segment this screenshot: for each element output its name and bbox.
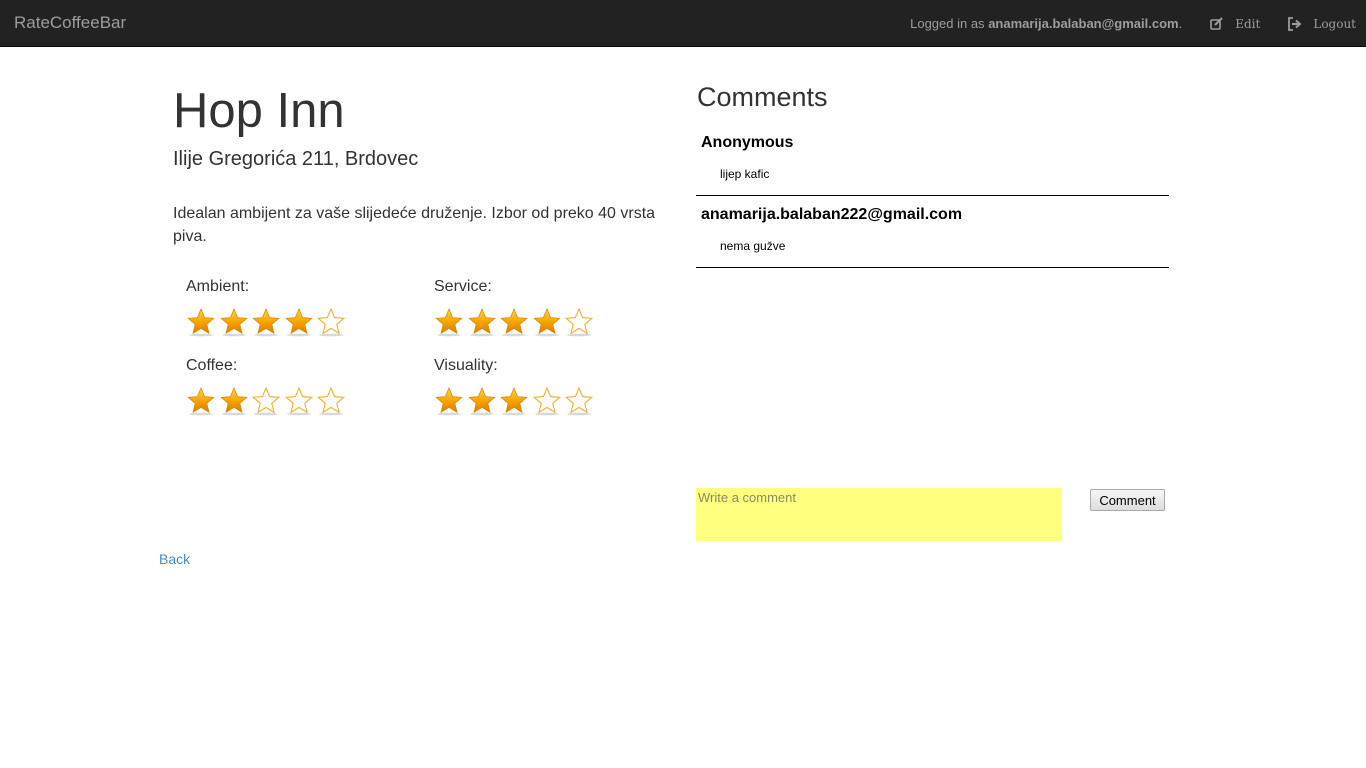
star-filled-icon[interactable]	[499, 307, 531, 337]
edit-label: Edit	[1235, 16, 1261, 31]
comment-author: anamarija.balaban222@gmail.com	[701, 206, 963, 223]
back-link[interactable]: Back	[159, 551, 190, 567]
place-description: Idealan ambijent za vaše slijedeće druže…	[173, 205, 656, 245]
star-filled-icon[interactable]	[219, 307, 251, 337]
star-empty-icon[interactable]	[532, 386, 564, 416]
navbar: RateCoffeeBar Logged in as anamarija.bal…	[0, 0, 1366, 47]
rating-visuality: Visuality:	[434, 357, 597, 416]
star-filled-icon[interactable]	[467, 307, 499, 337]
comment-text: lijep kafic	[720, 167, 770, 181]
star-filled-icon[interactable]	[186, 386, 218, 416]
logout-label: Logout	[1313, 16, 1356, 31]
star-empty-icon[interactable]	[316, 386, 348, 416]
comments-title: Comments	[697, 82, 828, 112]
star-rating[interactable]	[186, 386, 349, 416]
star-rating[interactable]	[186, 307, 349, 337]
star-rating[interactable]	[434, 307, 597, 337]
star-filled-icon[interactable]	[186, 307, 218, 337]
comment-input[interactable]	[696, 488, 1062, 541]
star-empty-icon[interactable]	[316, 307, 348, 337]
user-email: anamarija.balaban@gmail.com	[988, 16, 1179, 31]
star-empty-icon[interactable]	[284, 386, 316, 416]
comment-author: Anonymous	[701, 134, 794, 151]
rating-label: Ambient:	[186, 278, 250, 295]
star-filled-icon[interactable]	[434, 386, 466, 416]
star-filled-icon[interactable]	[284, 307, 316, 337]
comment-list: Anonymous lijep kafic anamarija.balaban2…	[696, 124, 1169, 268]
comment-item: anamarija.balaban222@gmail.com nema gužv…	[696, 196, 1169, 268]
rating-label: Visuality:	[434, 357, 498, 374]
edit-link[interactable]: Edit	[1210, 17, 1260, 31]
star-filled-icon[interactable]	[499, 386, 531, 416]
star-empty-icon[interactable]	[564, 386, 596, 416]
logged-in-status: Logged in as anamarija.balaban@gmail.com…	[910, 16, 1182, 31]
logout-link[interactable]: Logout	[1287, 17, 1356, 31]
place-address: Ilije Gregorića 211, Brdovec	[173, 148, 419, 170]
star-filled-icon[interactable]	[251, 307, 283, 337]
comment-item: Anonymous lijep kafic	[696, 124, 1169, 196]
star-filled-icon[interactable]	[219, 386, 251, 416]
logout-icon	[1288, 16, 1302, 31]
rating-ambient: Ambient:	[186, 278, 349, 337]
logged-in-suffix: .	[1178, 16, 1183, 31]
edit-icon	[1210, 16, 1223, 30]
star-filled-icon[interactable]	[532, 307, 564, 337]
rating-coffee: Coffee:	[186, 357, 349, 416]
logged-in-prefix: Logged in as	[910, 16, 989, 31]
place-name: Hop Inn	[173, 84, 345, 138]
comment-text: nema gužve	[720, 239, 786, 253]
comment-submit-button[interactable]: Comment	[1090, 489, 1165, 511]
star-filled-icon[interactable]	[467, 386, 499, 416]
star-filled-icon[interactable]	[434, 307, 466, 337]
star-rating[interactable]	[434, 386, 597, 416]
star-empty-icon[interactable]	[251, 386, 283, 416]
rating-label: Service:	[434, 278, 492, 295]
rating-label: Coffee:	[186, 357, 238, 374]
rating-service: Service:	[434, 278, 597, 337]
brand-link[interactable]: RateCoffeeBar	[14, 13, 126, 33]
navbar-right: Logged in as anamarija.balaban@gmail.com…	[910, 0, 1366, 47]
star-empty-icon[interactable]	[564, 307, 596, 337]
